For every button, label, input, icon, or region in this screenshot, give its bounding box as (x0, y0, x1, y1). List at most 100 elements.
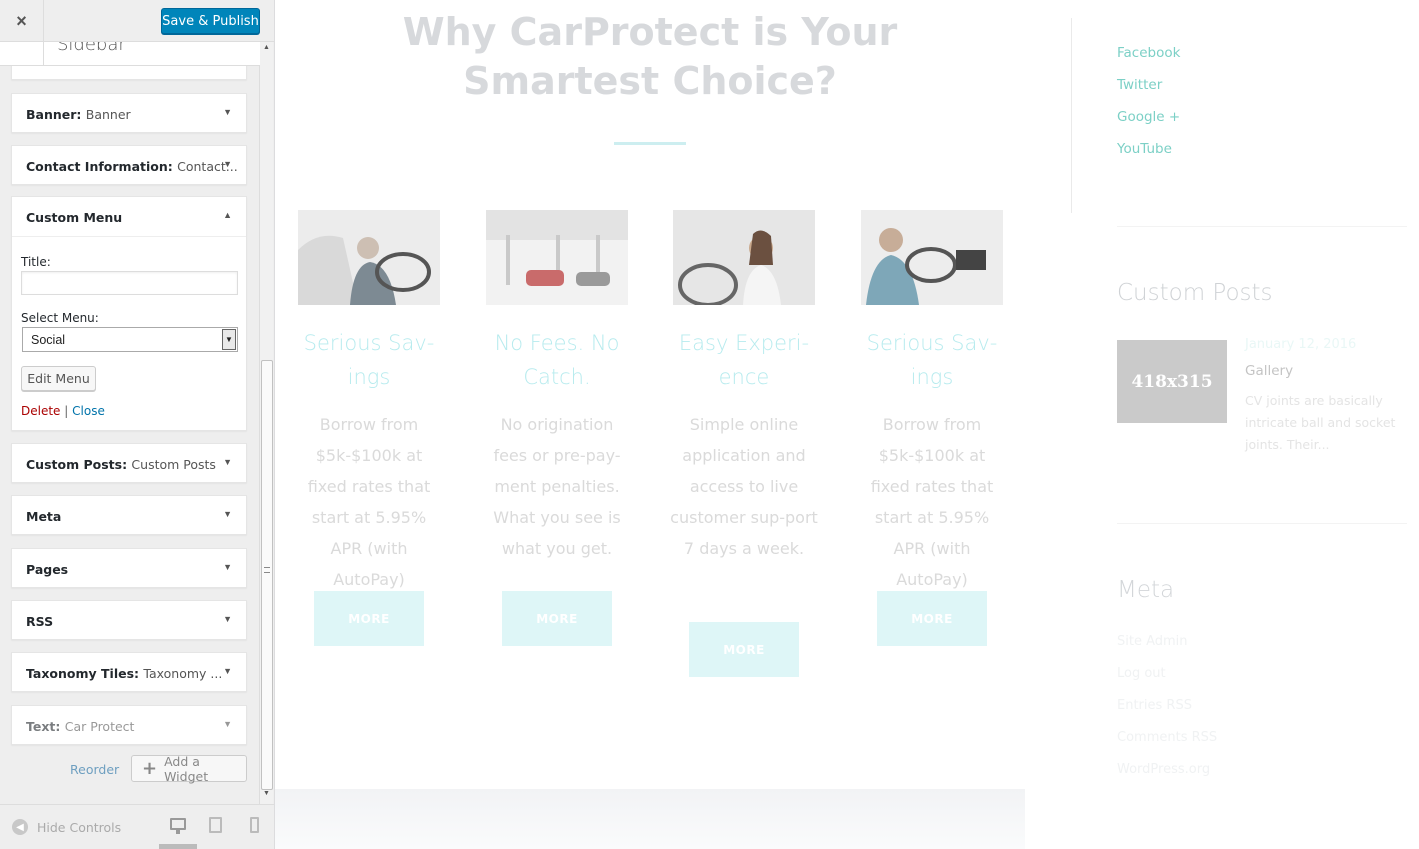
youtube-link[interactable]: YouTube (1117, 141, 1172, 157)
widget-name: Banner (26, 107, 77, 122)
widget-pages[interactable]: Pages ▼ (11, 548, 247, 588)
scrollbar-thumb[interactable] (261, 360, 273, 790)
collapse-arrow-icon[interactable]: ◀ (12, 819, 28, 835)
widget-title: Contact Information: Contact... (26, 159, 238, 174)
card-text: Borrow from $5k-$100k at fixed rates tha… (307, 415, 431, 589)
post-date: January 12, 2016 (1245, 337, 1357, 352)
widget-title: Taxonomy Tiles: Taxonomy ... (26, 666, 223, 681)
title-input[interactable] (21, 271, 238, 295)
desktop-preview-icon[interactable] (170, 818, 186, 834)
card-image-driver (298, 210, 440, 305)
post-thumbnail[interactable]: 418x315 (1117, 340, 1227, 423)
card-more-button[interactable]: MORE (689, 622, 799, 677)
widget-title: Banner: Banner (26, 107, 131, 122)
widget-title: Pages (26, 562, 69, 577)
card-title: Serious Sav-ings (866, 331, 998, 389)
card-image-man-driving (861, 210, 1003, 305)
site-preview: Why CarProtect is Your Smartest Choice? … (275, 0, 1419, 849)
collapse-arrow-icon[interactable]: ▲ (223, 210, 232, 220)
widget-title: RSS (26, 614, 54, 629)
active-device-indicator (159, 844, 197, 849)
save-publish-button[interactable]: Save & Publish (161, 8, 260, 34)
chevron-down-icon[interactable]: ▼ (222, 329, 236, 350)
widget-rss[interactable]: RSS ▼ (11, 600, 247, 640)
card-more-button[interactable]: MORE (314, 591, 424, 646)
tablet-preview-icon[interactable] (209, 817, 222, 833)
select-menu-dropdown[interactable]: Social ▼ (22, 327, 238, 352)
widget-meta[interactable]: Meta ▼ (11, 495, 247, 535)
widget-subtitle: Banner (85, 107, 131, 122)
divider (1117, 226, 1407, 227)
edit-menu-button[interactable]: Edit Menu (21, 366, 96, 391)
widget-text[interactable]: Text: Car Protect ▼ (11, 705, 247, 745)
card-image-woman-car (673, 210, 815, 305)
card-more-button[interactable]: MORE (502, 591, 612, 646)
customizer-footer: ◀ Hide Controls (0, 804, 274, 849)
close-customizer-button[interactable]: × (0, 0, 44, 42)
mobile-preview-icon[interactable] (250, 817, 259, 833)
add-widget-label: Add a Widget (164, 753, 209, 784)
card-more-button[interactable]: MORE (877, 591, 987, 646)
facebook-link[interactable]: Facebook (1117, 45, 1180, 61)
widget-custom-menu: Custom Menu ▲ Title: Select Menu: Social… (11, 196, 247, 431)
delete-link[interactable]: Delete (21, 404, 60, 418)
divider (1117, 523, 1407, 524)
select-menu-value: Social (31, 333, 66, 347)
custom-posts-heading: Custom Posts (1117, 280, 1273, 306)
section-header: Sidebar (0, 42, 260, 66)
scrollbar-grip-icon (264, 567, 270, 573)
widget-subtitle: Taxonomy ... (143, 666, 223, 681)
add-widget-button[interactable]: + Add a Widget (131, 753, 247, 784)
plus-icon: + (142, 758, 158, 779)
post-title-link[interactable]: Gallery (1245, 363, 1293, 379)
widget-taxonomy-tiles[interactable]: Taxonomy Tiles: Taxonomy ... ▼ (11, 652, 247, 692)
scrollbar[interactable]: ▲ ▼ (259, 42, 273, 804)
meta-link-wordpress[interactable]: WordPress.org (1117, 762, 1210, 777)
widget-title: Custom Posts: Custom Posts (26, 457, 216, 472)
expand-arrow-icon[interactable]: ▼ (223, 562, 232, 572)
card-title: No Fees. No Catch. (494, 331, 620, 389)
meta-link-comments-rss[interactable]: Comments RSS (1117, 730, 1217, 745)
card-text: Simple online application and access to … (670, 415, 818, 558)
scroll-down-arrow-icon[interactable]: ▼ (263, 790, 270, 797)
widget-subtitle: Car Protect (64, 719, 135, 734)
google-plus-link[interactable]: Google + (1117, 109, 1180, 125)
select-menu-label: Select Menu: (21, 311, 99, 325)
close-link[interactable]: Close (72, 404, 105, 418)
widget-subtitle: Custom Posts (131, 457, 216, 472)
meta-link-entries-rss[interactable]: Entries RSS (1117, 698, 1192, 713)
hide-controls-button[interactable]: Hide Controls (37, 820, 121, 835)
widget-contact-information[interactable]: Contact Information: Contact... ▼ (11, 145, 247, 185)
meta-link-log-out[interactable]: Log out (1117, 666, 1166, 681)
widget-custom-posts[interactable]: Custom Posts: Custom Posts ▼ (11, 443, 247, 483)
meta-link-site-admin[interactable]: Site Admin (1117, 634, 1188, 649)
widget-name: Contact Information (26, 159, 168, 174)
expand-arrow-icon[interactable]: ▼ (223, 457, 232, 467)
expand-arrow-icon[interactable]: ▼ (223, 666, 232, 676)
expand-arrow-icon[interactable]: ▼ (223, 159, 232, 169)
scroll-up-arrow-icon[interactable]: ▲ (263, 44, 270, 51)
card-text: No origination fees or pre-pay-ment pena… (493, 415, 621, 558)
customizer-panel: × Save & Publish Sidebar Banner: Banner … (0, 0, 275, 849)
widget-name: Taxonomy Tiles (26, 666, 135, 681)
twitter-link[interactable]: Twitter (1117, 77, 1162, 93)
card-image-showroom (486, 210, 628, 305)
expand-arrow-icon[interactable]: ▼ (223, 614, 232, 624)
widget-title: Text: Car Protect (26, 719, 135, 734)
widget-header[interactable]: Custom Menu ▲ (12, 197, 246, 237)
headline-divider (614, 142, 686, 145)
widget-banner[interactable]: Banner: Banner ▼ (11, 93, 247, 133)
card-title: Easy Experi-ence (678, 331, 810, 389)
expand-arrow-icon[interactable]: ▼ (223, 107, 232, 117)
widget-name: Text (26, 719, 56, 734)
card-title: Serious Sav-ings (303, 331, 435, 389)
expand-arrow-icon[interactable]: ▼ (223, 509, 232, 519)
widget-title: Meta (26, 509, 62, 524)
expand-arrow-icon[interactable]: ▼ (223, 719, 232, 729)
preview-footer (275, 789, 1025, 849)
section-headline: Why CarProtect is Your Smartest Choice? (402, 10, 898, 103)
widget-name: Custom Posts (26, 457, 123, 472)
section-back-button[interactable] (0, 42, 44, 65)
reorder-link[interactable]: Reorder (70, 762, 119, 777)
sidebar-divider (1071, 18, 1072, 213)
